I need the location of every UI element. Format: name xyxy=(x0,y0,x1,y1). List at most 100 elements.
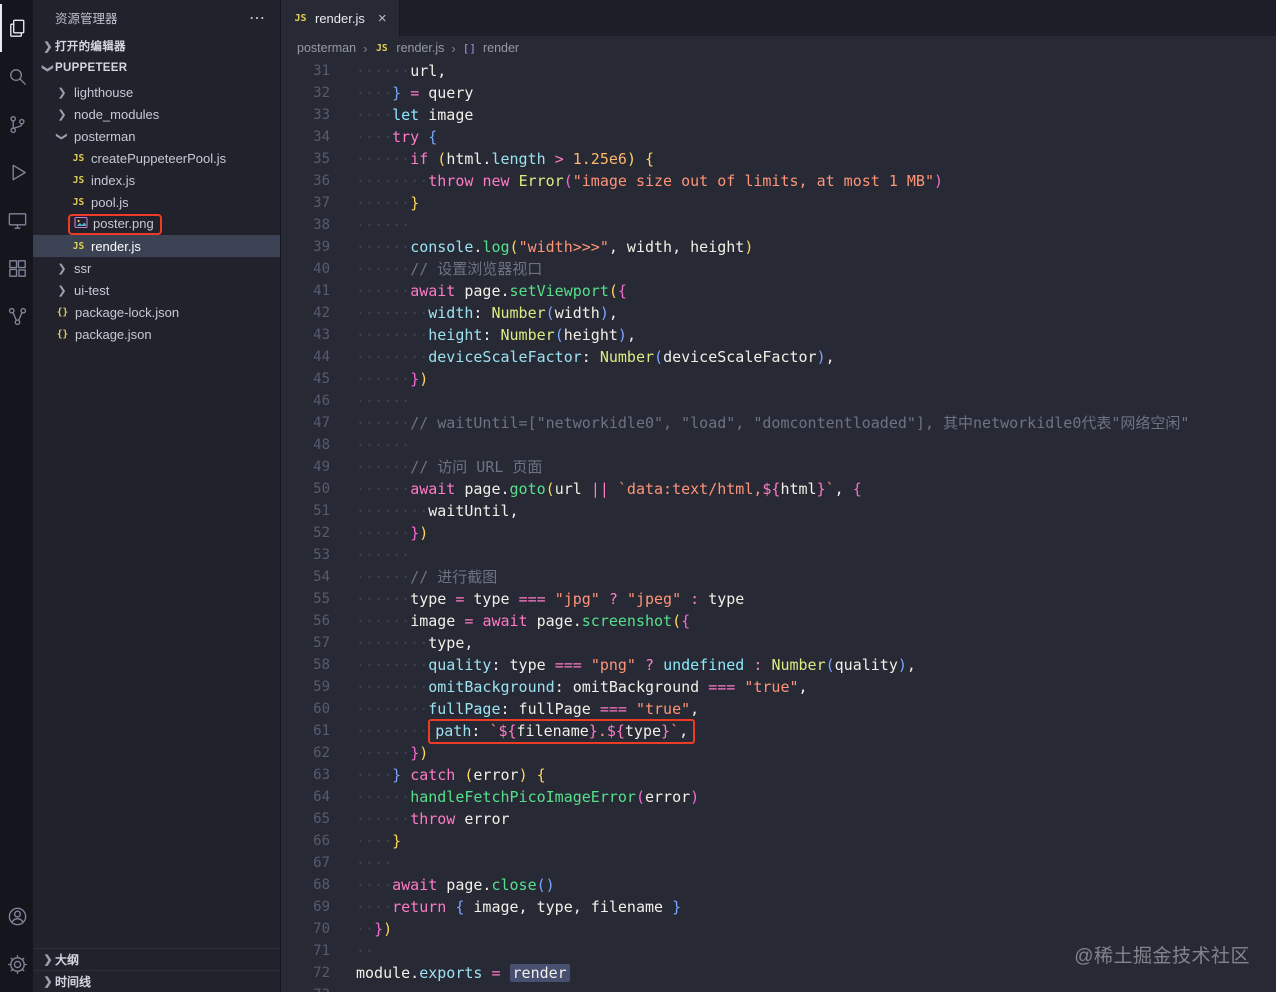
line-content[interactable]: ···· xyxy=(330,852,392,874)
line-content[interactable]: ······type = type === "jpg" ? "jpeg" : t… xyxy=(330,588,744,610)
line-content[interactable] xyxy=(330,984,356,992)
line-content[interactable]: ········height: Number(height), xyxy=(330,324,636,346)
line-content[interactable]: ······ xyxy=(330,544,410,566)
breadcrumb-folder[interactable]: posterman xyxy=(297,41,356,55)
code-line-53[interactable]: 53 ······ xyxy=(281,544,1276,566)
line-content[interactable]: ·· xyxy=(330,940,374,962)
line-content[interactable]: ······} xyxy=(330,192,419,214)
line-number[interactable]: 48 xyxy=(281,434,330,456)
code-line-64[interactable]: 64 ······handleFetchPicoImageError(error) xyxy=(281,786,1276,808)
line-content[interactable]: ······image = await page.screenshot({ xyxy=(330,610,690,632)
line-number[interactable]: 38 xyxy=(281,214,330,236)
line-content[interactable]: ······}) xyxy=(330,742,428,764)
tree-item-poster.png[interactable]: poster.png xyxy=(33,213,280,235)
code-line-42[interactable]: 42 ········width: Number(width), xyxy=(281,302,1276,324)
line-number[interactable]: 35 xyxy=(281,148,330,170)
run-debug-icon[interactable] xyxy=(0,148,33,196)
tree-item-lighthouse[interactable]: ❯ lighthouse xyxy=(33,81,280,103)
code-line-32[interactable]: 32 ····} = query xyxy=(281,82,1276,104)
line-number[interactable]: 39 xyxy=(281,236,330,258)
code-line-61[interactable]: 61 ········ path: `${filename}.${type}`, xyxy=(281,719,1276,744)
code-line-55[interactable]: 55 ······type = type === "jpg" ? "jpeg" :… xyxy=(281,588,1276,610)
line-content[interactable]: ····} catch (error) { xyxy=(330,764,546,786)
line-number[interactable]: 64 xyxy=(281,786,330,808)
tab-render-js[interactable]: JS render.js × xyxy=(281,0,400,36)
code-line-33[interactable]: 33 ····let image xyxy=(281,104,1276,126)
section-puppeteer[interactable]: ❯ PUPPETEER xyxy=(33,57,280,79)
code-area[interactable]: 31 ······url, 32 ····} = query 33 ····let ima… xyxy=(281,60,1276,992)
line-number[interactable]: 45 xyxy=(281,368,330,390)
line-number[interactable]: 33 xyxy=(281,104,330,126)
line-number[interactable]: 36 xyxy=(281,170,330,192)
line-number[interactable]: 61 xyxy=(281,720,330,742)
code-line-59[interactable]: 59 ········omitBackground: omitBackground… xyxy=(281,676,1276,698)
tree-item-package.json[interactable]: {} package.json xyxy=(33,323,280,345)
line-number[interactable]: 51 xyxy=(281,500,330,522)
line-content[interactable]: ····} xyxy=(330,830,401,852)
code-line-48[interactable]: 48 ······ xyxy=(281,434,1276,456)
line-number[interactable]: 59 xyxy=(281,676,330,698)
tree-item-createPuppeteerPool.js[interactable]: JS createPuppeteerPool.js xyxy=(33,147,280,169)
code-line-37[interactable]: 37 ······} xyxy=(281,192,1276,214)
line-number[interactable]: 46 xyxy=(281,390,330,412)
code-line-36[interactable]: 36 ········throw new Error("image size ou… xyxy=(281,170,1276,192)
remote-explorer-icon[interactable] xyxy=(0,196,33,244)
line-number[interactable]: 73 xyxy=(281,984,330,992)
line-number[interactable]: 40 xyxy=(281,258,330,280)
line-number[interactable]: 41 xyxy=(281,280,330,302)
code-line-43[interactable]: 43 ········height: Number(height), xyxy=(281,324,1276,346)
line-number[interactable]: 55 xyxy=(281,588,330,610)
more-actions-icon[interactable]: ⋯ xyxy=(249,8,266,28)
line-content[interactable]: ······}) xyxy=(330,522,428,544)
line-content[interactable]: ······url, xyxy=(330,60,446,82)
line-content[interactable]: ······// waitUntil=["networkidle0", "loa… xyxy=(330,412,1189,434)
account-icon[interactable] xyxy=(0,892,33,940)
code-line-71[interactable]: 71 ·· xyxy=(281,940,1276,962)
line-content[interactable]: ······// 进行截图 xyxy=(330,566,497,588)
line-content[interactable]: ······throw error xyxy=(330,808,510,830)
code-line-34[interactable]: 34 ····try { xyxy=(281,126,1276,148)
code-line-72[interactable]: 72 module.exports = render xyxy=(281,962,1276,984)
line-number[interactable]: 53 xyxy=(281,544,330,566)
line-content[interactable]: ····let image xyxy=(330,104,473,126)
line-number[interactable]: 50 xyxy=(281,478,330,500)
line-content[interactable]: ········omitBackground: omitBackground =… xyxy=(330,676,808,698)
line-number[interactable]: 70 xyxy=(281,918,330,940)
tree-item-pool.js[interactable]: JS pool.js xyxy=(33,191,280,213)
line-content[interactable]: module.exports = render xyxy=(330,962,570,984)
tree-item-nodemodules[interactable]: ❯ node_modules xyxy=(33,103,280,125)
line-number[interactable]: 34 xyxy=(281,126,330,148)
line-number[interactable]: 60 xyxy=(281,698,330,720)
section-时间线[interactable]: ❯ 时间线 xyxy=(33,970,280,992)
code-line-44[interactable]: 44 ········deviceScaleFactor: Number(devi… xyxy=(281,346,1276,368)
line-number[interactable]: 68 xyxy=(281,874,330,896)
code-line-73[interactable]: 73 xyxy=(281,984,1276,992)
code-line-50[interactable]: 50 ······await page.goto(url || `data:tex… xyxy=(281,478,1276,500)
code-line-46[interactable]: 46 ······ xyxy=(281,390,1276,412)
close-icon[interactable]: × xyxy=(378,10,387,27)
code-line-62[interactable]: 62 ······}) xyxy=(281,742,1276,764)
code-line-39[interactable]: 39 ······console.log("width>>>", width, h… xyxy=(281,236,1276,258)
line-number[interactable]: 63 xyxy=(281,764,330,786)
code-line-35[interactable]: 35 ······if (html.length > 1.25e6) { xyxy=(281,148,1276,170)
tree-item-ui-test[interactable]: ❯ ui-test xyxy=(33,279,280,301)
line-number[interactable]: 69 xyxy=(281,896,330,918)
line-content[interactable]: ········fullPage: fullPage === "true", xyxy=(330,698,699,720)
code-line-68[interactable]: 68 ····await page.close() xyxy=(281,874,1276,896)
line-number[interactable]: 62 xyxy=(281,742,330,764)
line-content[interactable]: ····await page.close() xyxy=(330,874,555,896)
line-number[interactable]: 47 xyxy=(281,412,330,434)
code-line-31[interactable]: 31 ······url, xyxy=(281,60,1276,82)
line-number[interactable]: 37 xyxy=(281,192,330,214)
line-content[interactable]: ········width: Number(width), xyxy=(330,302,618,324)
line-content[interactable]: ······if (html.length > 1.25e6) { xyxy=(330,148,654,170)
code-line-45[interactable]: 45 ······}) xyxy=(281,368,1276,390)
code-line-54[interactable]: 54 ······// 进行截图 xyxy=(281,566,1276,588)
code-line-56[interactable]: 56 ······image = await page.screenshot({ xyxy=(281,610,1276,632)
line-number[interactable]: 71 xyxy=(281,940,330,962)
line-number[interactable]: 31 xyxy=(281,60,330,82)
code-line-40[interactable]: 40 ······// 设置浏览器视口 xyxy=(281,258,1276,280)
line-content[interactable]: ····try { xyxy=(330,126,437,148)
line-number[interactable]: 66 xyxy=(281,830,330,852)
line-number[interactable]: 58 xyxy=(281,654,330,676)
